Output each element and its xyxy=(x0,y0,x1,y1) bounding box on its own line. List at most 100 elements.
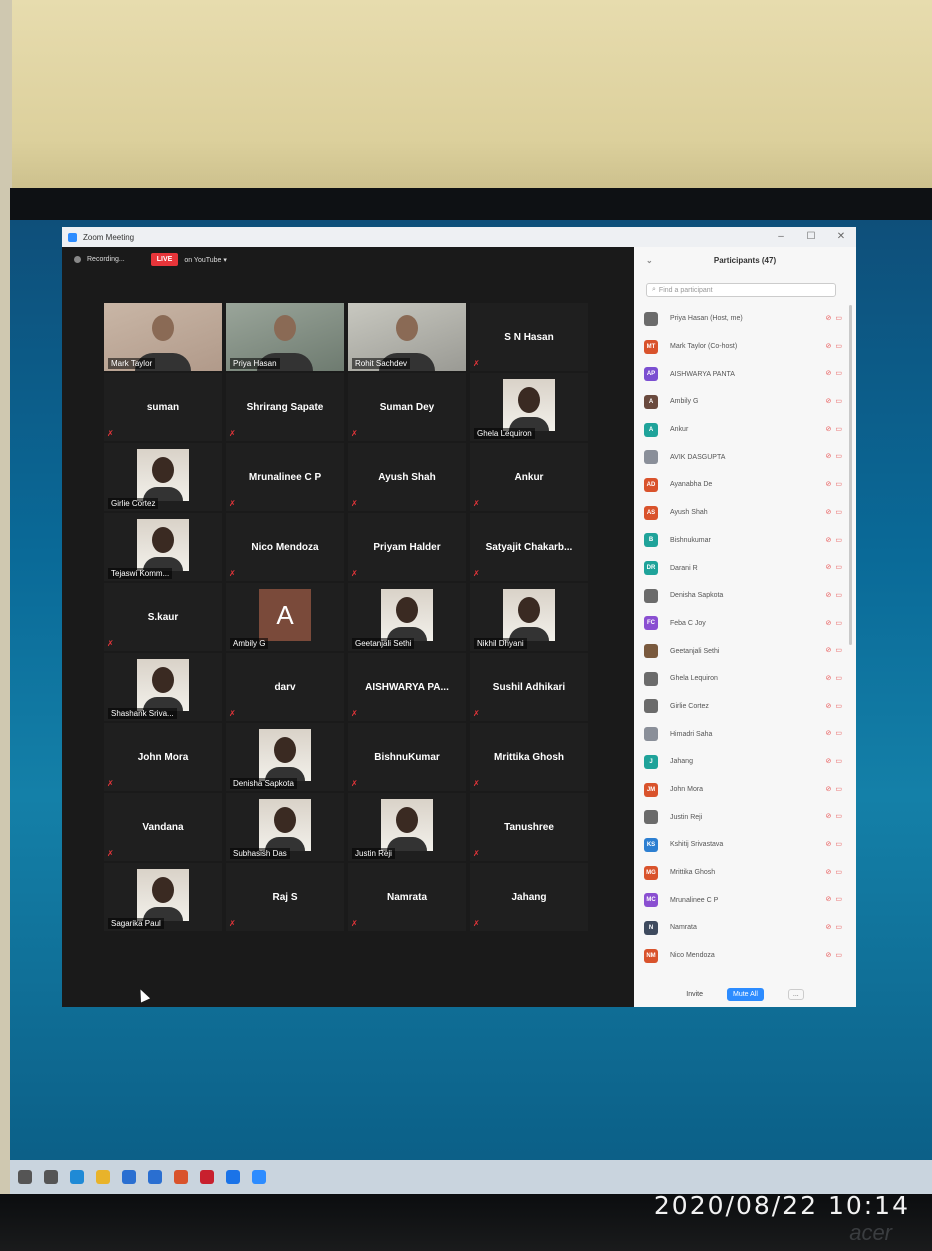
participant-row[interactable]: MT Mark Taylor (Co-host) ⊘ ▭ xyxy=(644,333,844,361)
office-icon[interactable] xyxy=(174,1170,188,1184)
chrome-icon[interactable] xyxy=(226,1170,240,1184)
muted-mic-icon: ✗ xyxy=(473,499,480,508)
video-tile[interactable]: Jahang ✗ xyxy=(470,863,588,931)
participant-row[interactable]: B Bishnukumar ⊘ ▭ xyxy=(644,527,844,555)
video-tile[interactable]: Tejaswi Komm... xyxy=(104,513,222,581)
participant-row[interactable]: MG Mrittika Ghosh ⊘ ▭ xyxy=(644,859,844,887)
video-tile[interactable]: suman ✗ xyxy=(104,373,222,441)
video-tile[interactable]: Raj S ✗ xyxy=(226,863,344,931)
video-tile[interactable]: Sushil Adhikari ✗ xyxy=(470,653,588,721)
video-tile[interactable]: Shrirang Sapate ✗ xyxy=(226,373,344,441)
video-tile[interactable]: Nico Mendoza ✗ xyxy=(226,513,344,581)
video-tile[interactable]: Justin Reji xyxy=(348,793,466,861)
muted-mic-icon: ⊘ xyxy=(825,619,832,627)
invite-button[interactable]: Invite xyxy=(686,991,703,998)
video-tile[interactable]: Ankur ✗ xyxy=(470,443,588,511)
files-icon[interactable] xyxy=(148,1170,162,1184)
task-view-icon[interactable] xyxy=(44,1170,58,1184)
participant-name: Girlie Cortez xyxy=(670,702,709,710)
mail-icon[interactable] xyxy=(122,1170,136,1184)
participant-row[interactable]: FC Feba C Joy ⊘ ▭ xyxy=(644,610,844,638)
video-tile[interactable]: Suman Dey ✗ xyxy=(348,373,466,441)
live-target-dropdown[interactable]: on YouTube ▾ xyxy=(184,256,227,264)
video-tile[interactable]: Sagarika Paul xyxy=(104,863,222,931)
participant-row[interactable]: J Jahang ⊘ ▭ xyxy=(644,748,844,776)
video-off-icon: ▭ xyxy=(835,619,842,627)
video-tile[interactable]: Priyam Halder ✗ xyxy=(348,513,466,581)
video-tile[interactable]: Tanushree ✗ xyxy=(470,793,588,861)
video-tile[interactable]: AISHWARYA PA... ✗ xyxy=(348,653,466,721)
participant-avatar: MC xyxy=(644,893,658,908)
participant-row[interactable]: NM Nico Mendoza ⊘ ▭ xyxy=(644,942,844,970)
participant-row[interactable]: Justin Reji ⊘ ▭ xyxy=(644,803,844,831)
video-off-icon: ▭ xyxy=(835,370,842,378)
video-tile[interactable]: Namrata ✗ xyxy=(348,863,466,931)
tile-participant-name: BishnuKumar xyxy=(374,751,440,763)
video-tile[interactable]: Rohit Sachdev xyxy=(348,303,466,371)
search-icon[interactable] xyxy=(18,1170,32,1184)
video-tile[interactable]: Ayush Shah ✗ xyxy=(348,443,466,511)
video-tile[interactable]: Mrunalinee C P ✗ xyxy=(226,443,344,511)
video-tile[interactable]: darv ✗ xyxy=(226,653,344,721)
participant-row[interactable]: AVIK DASGUPTA ⊘ ▭ xyxy=(644,443,844,471)
participant-row[interactable]: Geetanjali Sethi ⊘ ▭ xyxy=(644,637,844,665)
participant-row[interactable]: Ghela Lequiron ⊘ ▭ xyxy=(644,665,844,693)
live-badge[interactable]: LIVE xyxy=(150,253,179,266)
avatar-letter: A xyxy=(259,589,311,641)
video-tile[interactable]: S.kaur ✗ xyxy=(104,583,222,651)
video-tile[interactable]: S N Hasan ✗ xyxy=(470,303,588,371)
explorer-icon[interactable] xyxy=(96,1170,110,1184)
video-tile[interactable]: Ghela Lequiron xyxy=(470,373,588,441)
video-tile[interactable]: Satyajit Chakarb... ✗ xyxy=(470,513,588,581)
participant-row[interactable]: Denisha Sapkota ⊘ ▭ xyxy=(644,582,844,610)
profile-photo xyxy=(381,799,433,851)
participant-head xyxy=(518,387,540,413)
participant-row[interactable]: AS Ayush Shah ⊘ ▭ xyxy=(644,499,844,527)
video-tile[interactable]: Shashank Sriva... xyxy=(104,653,222,721)
muted-mic-icon: ✗ xyxy=(473,569,480,578)
participant-row[interactable]: AD Ayanabha De ⊘ ▭ xyxy=(644,471,844,499)
close-button[interactable]: ✕ xyxy=(826,227,856,247)
more-button[interactable]: ... xyxy=(787,989,804,1000)
video-tile[interactable]: Girlie Cortez xyxy=(104,443,222,511)
video-tile[interactable]: A Ambily G xyxy=(226,583,344,651)
video-tile[interactable]: Priya Hasan xyxy=(226,303,344,371)
collapse-chevron-icon[interactable]: ⌄ xyxy=(646,256,653,265)
participant-avatar: A xyxy=(644,394,658,409)
zoom-icon[interactable] xyxy=(252,1170,266,1184)
participant-search-input[interactable]: ⌕ Find a participant xyxy=(646,283,836,297)
profile-photo xyxy=(259,729,311,781)
minimize-button[interactable]: – xyxy=(766,227,796,247)
video-tile[interactable]: Subhasish Das xyxy=(226,793,344,861)
participant-row[interactable]: Priya Hasan (Host, me) ⊘ ▭ xyxy=(644,305,844,333)
video-tile[interactable]: Mrittika Ghosh ✗ xyxy=(470,723,588,791)
video-tile[interactable]: John Mora ✗ xyxy=(104,723,222,791)
participant-row[interactable]: Himadri Saha ⊘ ▭ xyxy=(644,720,844,748)
mouse-cursor-icon xyxy=(135,987,151,1003)
participant-row[interactable]: N Namrata ⊘ ▭ xyxy=(644,914,844,942)
muted-mic-icon: ✗ xyxy=(473,359,480,368)
video-tile[interactable]: BishnuKumar ✗ xyxy=(348,723,466,791)
video-tile[interactable]: Denisha Sapkota xyxy=(226,723,344,791)
video-tile[interactable]: Geetanjali Sethi xyxy=(348,583,466,651)
participant-status-icons: ⊘ ▭ xyxy=(826,785,843,793)
maximize-button[interactable]: ☐ xyxy=(796,227,826,247)
participant-row[interactable]: MC Mrunalinee C P ⊘ ▭ xyxy=(644,886,844,914)
mute-all-button[interactable]: Mute All xyxy=(726,988,764,1001)
tile-participant-name: Sushil Adhikari xyxy=(492,681,566,693)
participant-row[interactable]: DR Darani R ⊘ ▭ xyxy=(644,554,844,582)
video-tile[interactable]: Nikhil Dhyani xyxy=(470,583,588,651)
participant-row[interactable]: AP AISHWARYA PANTA ⊘ ▭ xyxy=(644,360,844,388)
recording-status[interactable]: Recording... xyxy=(87,256,125,263)
search-icon: ⌕ xyxy=(652,286,656,293)
participant-row[interactable]: JM John Mora ⊘ ▭ xyxy=(644,776,844,804)
mcafee-icon[interactable] xyxy=(200,1170,214,1184)
participant-scrollbar[interactable] xyxy=(849,305,852,645)
edge-icon[interactable] xyxy=(70,1170,84,1184)
participant-row[interactable]: A Ankur ⊘ ▭ xyxy=(644,416,844,444)
participant-row[interactable]: KS Kshitij Srivastava ⊘ ▭ xyxy=(644,831,844,859)
video-tile[interactable]: Vandana ✗ xyxy=(104,793,222,861)
participant-row[interactable]: Girlie Cortez ⊘ ▭ xyxy=(644,693,844,721)
video-tile[interactable]: Mark Taylor xyxy=(104,303,222,371)
participant-row[interactable]: A Ambily G ⊘ ▭ xyxy=(644,388,844,416)
